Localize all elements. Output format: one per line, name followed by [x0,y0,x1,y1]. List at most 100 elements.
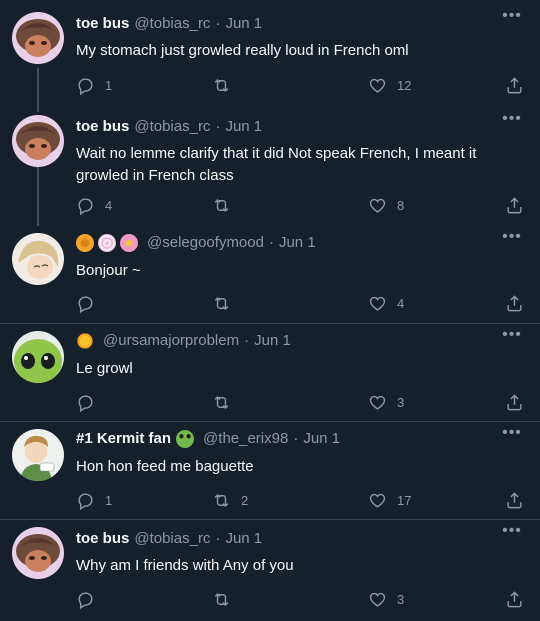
reply-count: 1 [105,492,113,508]
username[interactable]: @ursamajorproblem [103,331,239,351]
more-icon[interactable]: ••• [500,8,524,28]
share-icon [507,76,522,93]
display-name[interactable]: #1 Kermit fan [76,429,171,449]
reply-button[interactable]: 4 [76,194,112,216]
tweet[interactable]: #1 Kermit fan @the_erix98 · Jun 1 ••• Ho… [0,422,540,520]
tweet-text: Le growl [76,360,133,377]
tweet-header: toe bus @tobias_rc · Jun 1 [76,529,262,549]
retweet-button[interactable] [212,588,241,610]
tweet-header: toe bus @tobias_rc · Jun 1 [76,117,262,137]
heart-icon [369,592,386,607]
like-button[interactable]: 8 [368,194,404,216]
reply-icon [78,492,93,510]
share-icon [507,393,522,410]
share-icon [507,491,522,508]
like-count: 4 [397,295,405,311]
heart-icon [369,78,386,93]
tweet-text: My stomach just growled really loud in F… [76,42,409,59]
tweet-thread: toe bus @tobias_rc · Jun 1 ••• My stomac… [0,0,540,621]
like-button[interactable]: 12 [368,74,411,96]
reply-icon [78,591,93,609]
username[interactable]: @tobias_rc [134,14,210,34]
reply-button[interactable] [76,588,105,610]
separator-dot: · [244,332,250,349]
reply-button[interactable]: 1 [76,74,112,96]
heart-icon [369,493,386,508]
more-icon[interactable]: ••• [500,425,524,445]
tweet[interactable]: toe bus @tobias_rc · Jun 1 ••• Why am I … [0,520,540,621]
tweet-text: Hon hon feed me baguette [76,458,254,475]
tweet[interactable]: @selegoofymood · Jun 1 ••• Bonjour ~ 4 [0,226,540,324]
tweet-header: @selegoofymood · Jun 1 [76,233,316,253]
separator-dot: · [215,15,221,32]
reply-button[interactable] [76,391,105,413]
separator-dot: · [215,118,221,135]
more-icon[interactable]: ••• [500,111,524,131]
tweet-date[interactable]: Jun 1 [225,529,262,549]
tweet-date[interactable]: Jun 1 [279,233,316,253]
reply-icon [78,77,93,95]
tweet-date[interactable]: Jun 1 [225,117,262,137]
reply-icon [78,295,93,313]
retweet-button[interactable] [212,74,241,96]
share-button[interactable] [505,292,524,314]
share-button[interactable] [505,489,524,511]
reply-button[interactable]: 1 [76,489,112,511]
retweet-count: 2 [241,492,249,508]
avatar[interactable] [12,527,64,579]
display-name[interactable]: toe bus [76,14,129,34]
username[interactable]: @selegoofymood [147,233,264,253]
avatar[interactable] [12,115,64,167]
more-icon[interactable]: ••• [500,229,524,249]
avatar[interactable] [12,233,64,285]
more-icon[interactable]: ••• [500,327,524,347]
tweet-date[interactable]: Jun 1 [225,14,262,34]
tweet-date[interactable]: Jun 1 [254,331,291,351]
avatar[interactable] [12,429,64,481]
display-name[interactable]: toe bus [76,529,129,549]
reply-count: 1 [105,77,113,93]
username[interactable]: @the_erix98 [203,429,288,449]
share-button[interactable] [505,194,524,216]
tweet[interactable]: @ursamajorproblem · Jun 1 ••• Le growl 3 [0,324,540,422]
tweet-actions: 1 12 [76,74,532,96]
tweet-actions: 4 [76,292,532,314]
display-name[interactable]: toe bus [76,117,129,137]
like-count: 17 [397,492,412,508]
reply-button[interactable] [76,292,105,314]
retweet-button[interactable] [212,391,241,413]
like-count: 3 [397,591,405,607]
retweet-icon [214,78,229,92]
more-icon[interactable]: ••• [500,523,524,543]
like-button[interactable]: 3 [368,391,404,413]
avatar[interactable] [12,331,64,383]
share-icon [507,590,522,607]
tweet-actions: 3 [76,588,532,610]
tweet[interactable]: toe bus @tobias_rc · Jun 1 ••• Wait no l… [0,103,540,226]
like-button[interactable]: 4 [368,292,404,314]
tweet-date[interactable]: Jun 1 [303,429,340,449]
retweet-button[interactable]: 2 [212,489,248,511]
frog-emoji-icon [176,430,195,448]
separator-dot: · [215,530,221,547]
avatar[interactable] [12,12,64,64]
heart-icon [369,198,386,213]
share-button[interactable] [505,391,524,413]
retweet-icon [214,493,229,507]
like-button[interactable]: 3 [368,588,404,610]
username[interactable]: @tobias_rc [134,117,210,137]
share-button[interactable] [505,588,524,610]
retweet-button[interactable] [212,194,241,216]
username[interactable]: @tobias_rc [134,529,210,549]
share-button[interactable] [505,74,524,96]
retweet-icon [214,198,229,212]
heart-icon [369,296,386,311]
sunflower-emoji-icon [76,234,94,252]
tweet[interactable]: toe bus @tobias_rc · Jun 1 ••• My stomac… [0,0,540,104]
lollipop-emoji-icon [98,234,116,252]
retweet-button[interactable] [212,292,241,314]
tweet-header: toe bus @tobias_rc · Jun 1 [76,14,262,34]
like-button[interactable]: 17 [368,489,411,511]
retweet-icon [214,395,229,409]
tweet-header: @ursamajorproblem · Jun 1 [76,331,291,351]
